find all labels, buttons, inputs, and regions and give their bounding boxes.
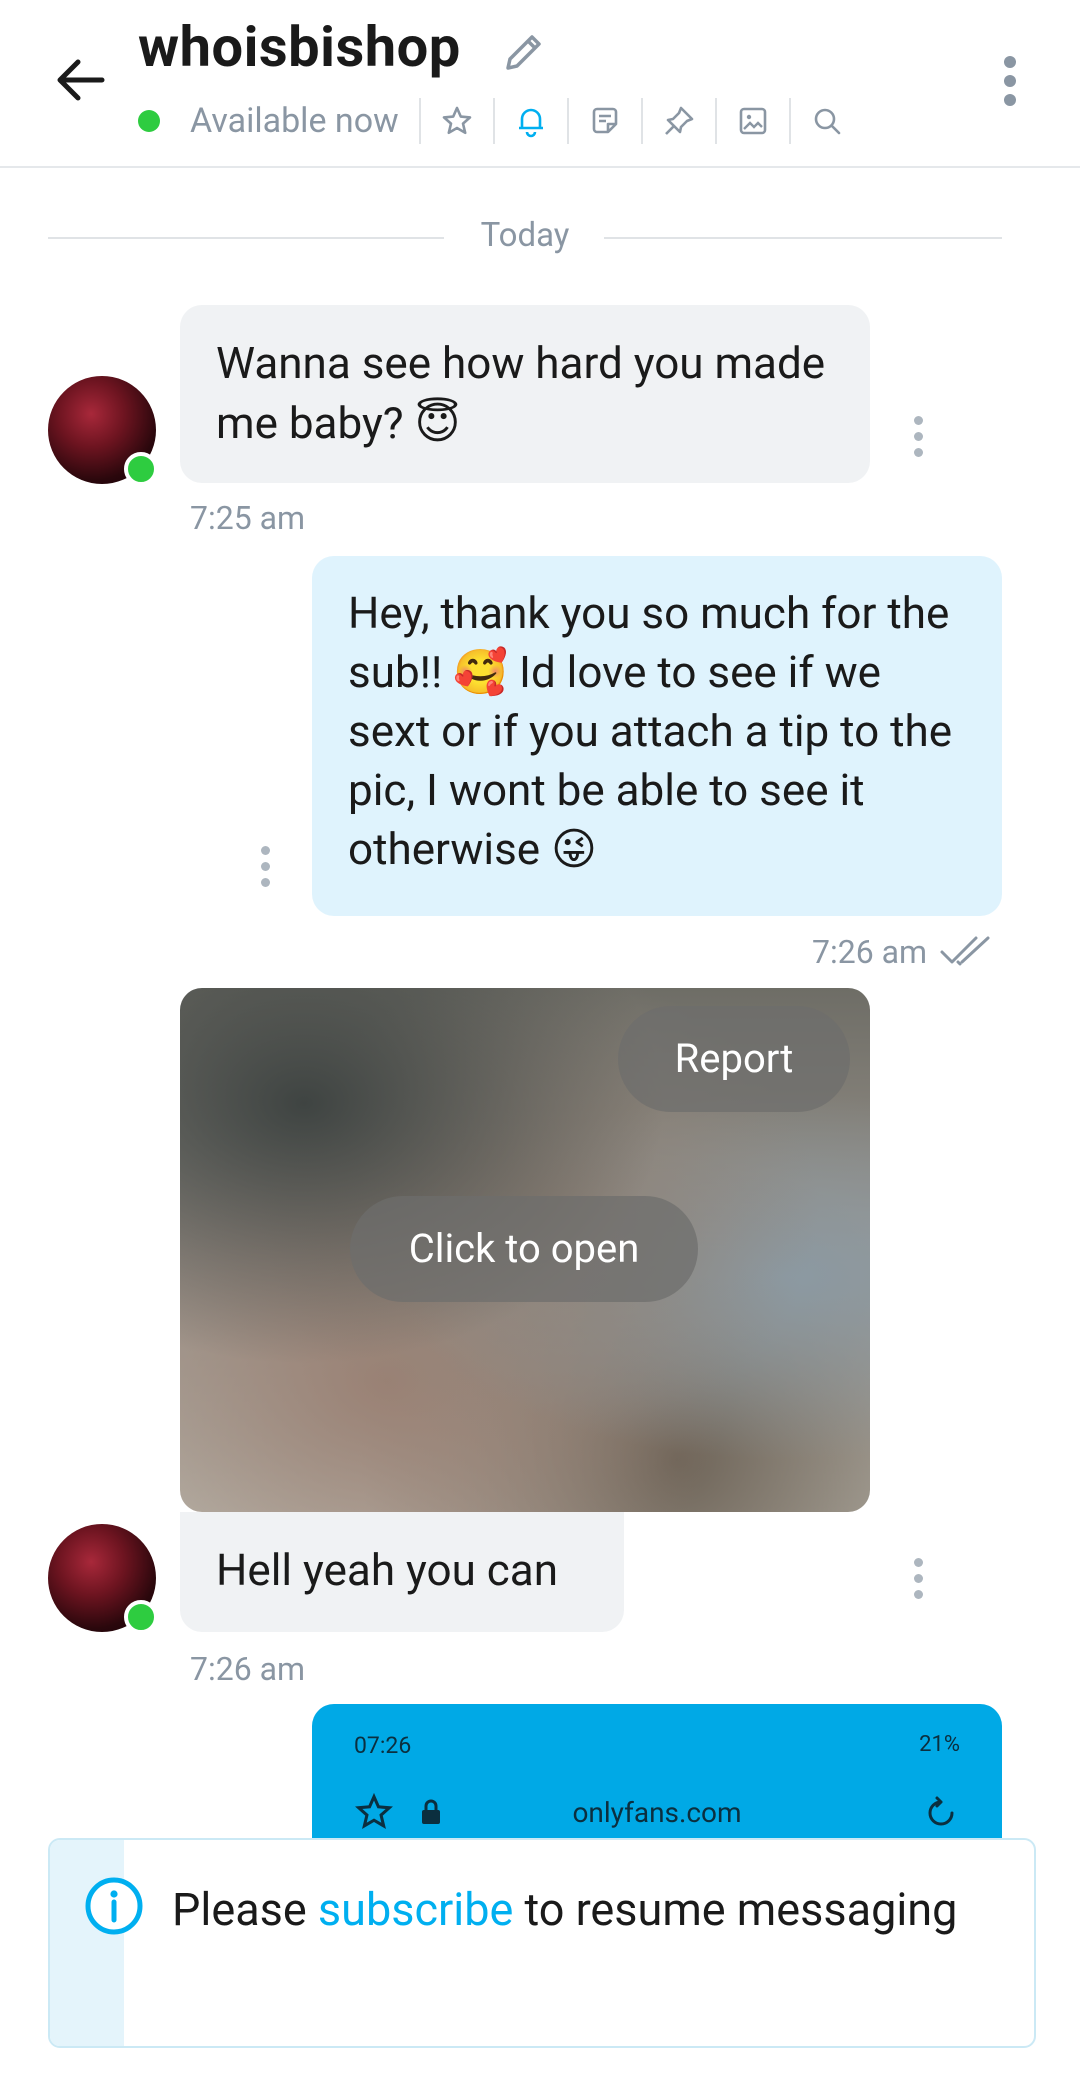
subscribe-banner: Please subscribe to resume messaging <box>48 1838 1036 2048</box>
message-options-icon[interactable] <box>912 1558 924 1608</box>
banner-accent-stripe <box>50 1840 124 2046</box>
report-button[interactable]: Report <box>618 1006 850 1112</box>
message-time: 7:26 am <box>190 1650 306 1688</box>
outgoing-message[interactable]: Hey, thank you so much for the sub!! 🥰 I… <box>312 556 1002 916</box>
gallery-button[interactable] <box>714 98 789 144</box>
incoming-message[interactable]: Hell yeah you can <box>180 1512 624 1632</box>
edit-pencil-icon[interactable] <box>500 28 548 76</box>
chat-username[interactable]: whoisbishop <box>138 14 461 80</box>
star-icon <box>442 106 471 135</box>
message-text: Hey, thank you so much for the sub!! 🥰 I… <box>348 587 953 875</box>
subscribe-message: Please subscribe to resume messaging <box>172 1874 992 1946</box>
search-button[interactable] <box>788 98 863 144</box>
sender-avatar[interactable] <box>48 1524 158 1634</box>
online-dot-icon <box>124 1600 158 1634</box>
chat-header: whoisbishop Available now <box>0 0 1080 168</box>
notifications-button[interactable] <box>492 98 567 144</box>
locked-media-preview[interactable]: Report Click to open <box>180 988 870 1512</box>
outgoing-image-preview[interactable]: 07:26 21% onlyfans.com <box>312 1704 1002 1844</box>
subscribe-link[interactable]: subscribe <box>318 1883 513 1936</box>
online-dot-icon <box>138 110 160 132</box>
banner-text-after: to resume messaging <box>513 1883 958 1936</box>
back-arrow-icon[interactable] <box>52 52 108 108</box>
date-divider-label: Today <box>480 216 570 255</box>
status-toolbar: Available now <box>138 98 863 144</box>
info-icon <box>85 1877 143 1935</box>
more-options-icon[interactable] <box>998 56 1022 112</box>
online-dot-icon <box>124 452 158 486</box>
image-icon <box>739 107 766 135</box>
message-text: Wanna see how hard you made me baby? 😇 <box>216 337 826 449</box>
preview-battery: 21% <box>919 1732 960 1757</box>
search-icon <box>814 108 840 135</box>
reload-icon <box>928 1796 954 1826</box>
incoming-message[interactable]: Wanna see how hard you made me baby? 😇 <box>180 305 870 483</box>
banner-text-before: Please <box>172 1883 318 1936</box>
read-receipt-icon <box>940 936 990 966</box>
message-options-icon[interactable] <box>912 416 924 466</box>
message-time: 7:26 am <box>812 933 928 971</box>
preview-status-time: 07:26 <box>354 1732 412 1759</box>
favorite-button[interactable] <box>418 98 493 144</box>
notes-button[interactable] <box>566 98 641 144</box>
divider-line-left <box>48 237 444 239</box>
divider-line-right <box>604 237 1002 239</box>
message-time: 7:25 am <box>190 499 306 537</box>
sender-avatar[interactable] <box>48 376 158 486</box>
availability-status: Available now <box>190 101 399 141</box>
click-to-open-button[interactable]: Click to open <box>350 1196 698 1302</box>
note-icon <box>592 107 617 134</box>
bell-icon <box>518 108 543 138</box>
message-options-icon[interactable] <box>259 846 271 896</box>
pin-button[interactable] <box>640 98 715 144</box>
pin-icon <box>664 106 693 135</box>
preview-url: onlyfans.com <box>572 1796 742 1829</box>
message-text: Hell yeah you can <box>216 1544 559 1596</box>
